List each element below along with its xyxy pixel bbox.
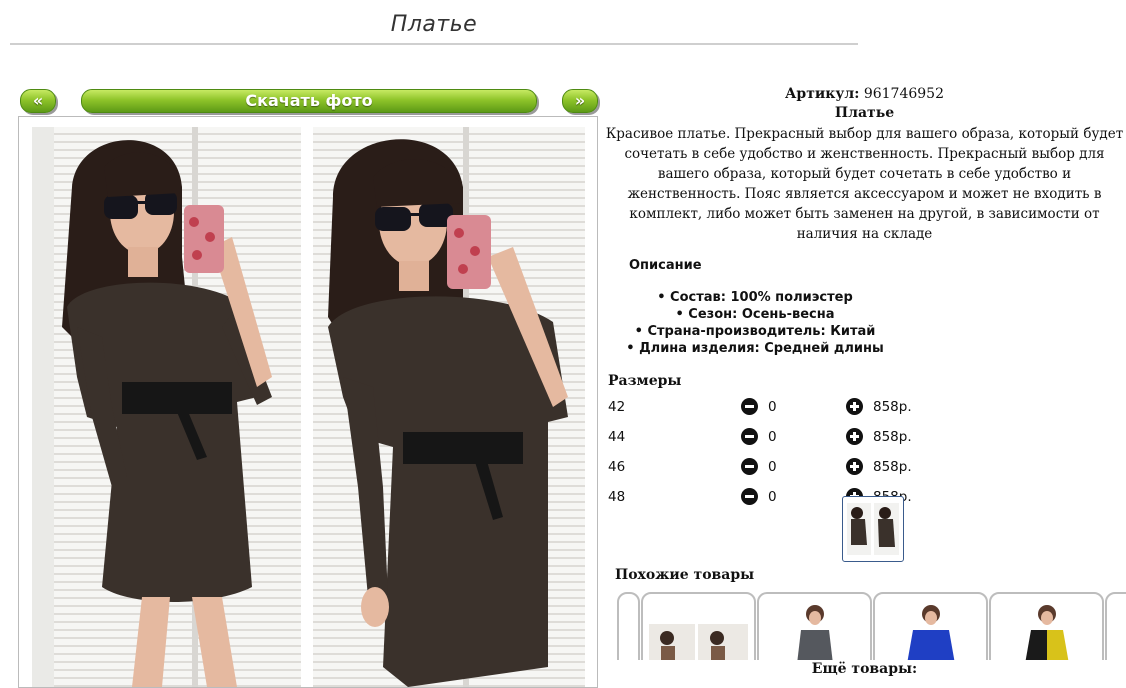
similar-heading: Похожие товары bbox=[615, 567, 755, 583]
product-info: Артикул: 961746952 Платье Красивое плать… bbox=[603, 86, 1126, 513]
minus-circle-icon[interactable] bbox=[741, 398, 758, 415]
size-label: 44 bbox=[608, 429, 626, 445]
property-item: Длина изделия: Средней длины bbox=[485, 340, 1025, 357]
similar-product-card[interactable] bbox=[989, 592, 1104, 660]
description-heading: Описание bbox=[629, 258, 702, 273]
product-description: Красивое платье. Прекрасный выбор для ва… bbox=[605, 126, 1124, 242]
product-photo-frame bbox=[18, 116, 598, 688]
minus-circle-icon[interactable] bbox=[741, 488, 758, 505]
size-row: 46 0 858р. bbox=[603, 453, 1126, 483]
size-price: 858р. bbox=[873, 459, 912, 475]
article-line: Артикул: 961746952 bbox=[603, 86, 1126, 102]
sizes-heading: Размеры bbox=[608, 373, 682, 389]
product-photo-right bbox=[313, 127, 585, 687]
similar-products-carousel bbox=[617, 592, 1126, 660]
size-row: 44 0 858р. bbox=[603, 423, 1126, 453]
download-photo-button[interactable]: Скачать фото bbox=[81, 89, 537, 113]
property-item: Сезон: Осень-весна bbox=[485, 306, 1025, 323]
page-title: Платье bbox=[10, 12, 858, 45]
article-label: Артикул: bbox=[785, 86, 860, 102]
next-photo-button[interactable]: » bbox=[562, 89, 598, 113]
similar-product-card[interactable] bbox=[757, 592, 872, 660]
prev-photo-button[interactable]: « bbox=[20, 89, 56, 113]
size-quantity: 0 bbox=[768, 489, 777, 505]
similar-product-card[interactable] bbox=[641, 592, 756, 660]
property-item: Страна-производитель: Китай bbox=[485, 323, 1025, 340]
product-name: Платье bbox=[834, 105, 895, 121]
size-label: 42 bbox=[608, 399, 626, 415]
plus-circle-icon[interactable] bbox=[846, 428, 863, 445]
property-list: Состав: 100% полиэстер Сезон: Осень-весн… bbox=[485, 289, 1025, 357]
size-quantity: 0 bbox=[768, 459, 777, 475]
size-price: 858р. bbox=[873, 399, 912, 415]
similar-product-card[interactable] bbox=[1105, 592, 1126, 660]
more-products-heading: Ещё товары: bbox=[811, 661, 918, 677]
property-item: Состав: 100% полиэстер bbox=[485, 289, 1025, 306]
article-value: 961746952 bbox=[863, 86, 944, 102]
plus-circle-icon[interactable] bbox=[846, 458, 863, 475]
similar-product-card[interactable] bbox=[617, 592, 640, 660]
sizes-table: 42 0 858р. 44 0 858р. 46 0 858р. 48 0 85… bbox=[603, 393, 1126, 513]
size-quantity: 0 bbox=[768, 399, 777, 415]
size-label: 46 bbox=[608, 459, 626, 475]
size-quantity: 0 bbox=[768, 429, 777, 445]
minus-circle-icon[interactable] bbox=[741, 458, 758, 475]
size-price: 858р. bbox=[873, 429, 912, 445]
size-row: 42 0 858р. bbox=[603, 393, 1126, 423]
plus-circle-icon[interactable] bbox=[846, 398, 863, 415]
product-thumbnail[interactable] bbox=[842, 496, 904, 562]
minus-circle-icon[interactable] bbox=[741, 428, 758, 445]
product-photo-left bbox=[32, 127, 301, 687]
similar-product-card[interactable] bbox=[873, 592, 988, 660]
size-label: 48 bbox=[608, 489, 626, 505]
